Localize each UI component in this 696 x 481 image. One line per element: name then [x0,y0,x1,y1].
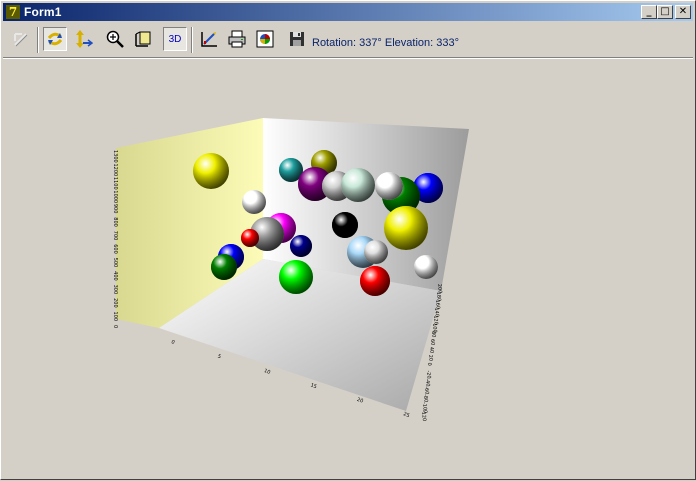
sphere-lime[interactable] [279,260,313,294]
left-axis-tick: 600 [112,244,118,254]
bottom-axis-tick: 0 [170,339,175,346]
sphere-navy[interactable] [290,235,312,257]
left-axis-tick: 1100 [112,177,118,190]
sphere-light-gray[interactable] [364,240,388,264]
sphere-red[interactable] [241,229,259,247]
left-axis-tick: 900 [112,204,118,214]
sphere-white[interactable] [375,172,403,200]
depth-axis-tick: 60 [429,339,436,346]
sphere-red[interactable] [360,266,390,296]
chart-3d[interactable]: 1300120011001000900800700600500400300200… [1,1,696,481]
form-window: 7 Form1 _ □ ✕ 3D Rotation: 337° Elevatio… [0,0,696,480]
sphere-yellow[interactable] [193,153,229,189]
left-axis-tick: 1300 [112,150,118,163]
left-axis-tick: 1200 [112,163,118,176]
depth-axis-tick: 80 [430,331,437,338]
bottom-axis-tick: 20 [356,397,364,405]
bottom-axis-tick: 5 [217,354,222,361]
sphere-white[interactable] [242,190,266,214]
left-axis-tick: 500 [112,258,118,268]
left-axis-tick: 0 [112,325,118,328]
bottom-axis-tick: 25 [402,411,410,419]
depth-axis-tick: 40 [428,347,435,354]
depth-axis-tick: 20 [427,355,434,362]
depth-axis-tick: 0 [426,362,432,366]
left-axis-tick: 700 [112,231,118,241]
sphere-yellow[interactable] [384,206,428,250]
sphere-green[interactable] [211,254,237,280]
left-axis-tick: 800 [112,217,118,227]
sphere-mint[interactable] [341,168,375,202]
left-axis-tick: 300 [112,285,118,295]
left-axis-tick: 1000 [112,190,118,203]
sphere-black[interactable] [332,212,358,238]
bottom-axis-tick: 15 [310,382,318,390]
left-axis-tick: 200 [112,298,118,308]
left-axis-tick: 400 [112,271,118,281]
bottom-axis-tick: 10 [263,368,271,376]
depth-axis-tick: -120 [420,410,427,422]
left-axis-tick: 100 [112,312,118,322]
sphere-white[interactable] [414,255,438,279]
